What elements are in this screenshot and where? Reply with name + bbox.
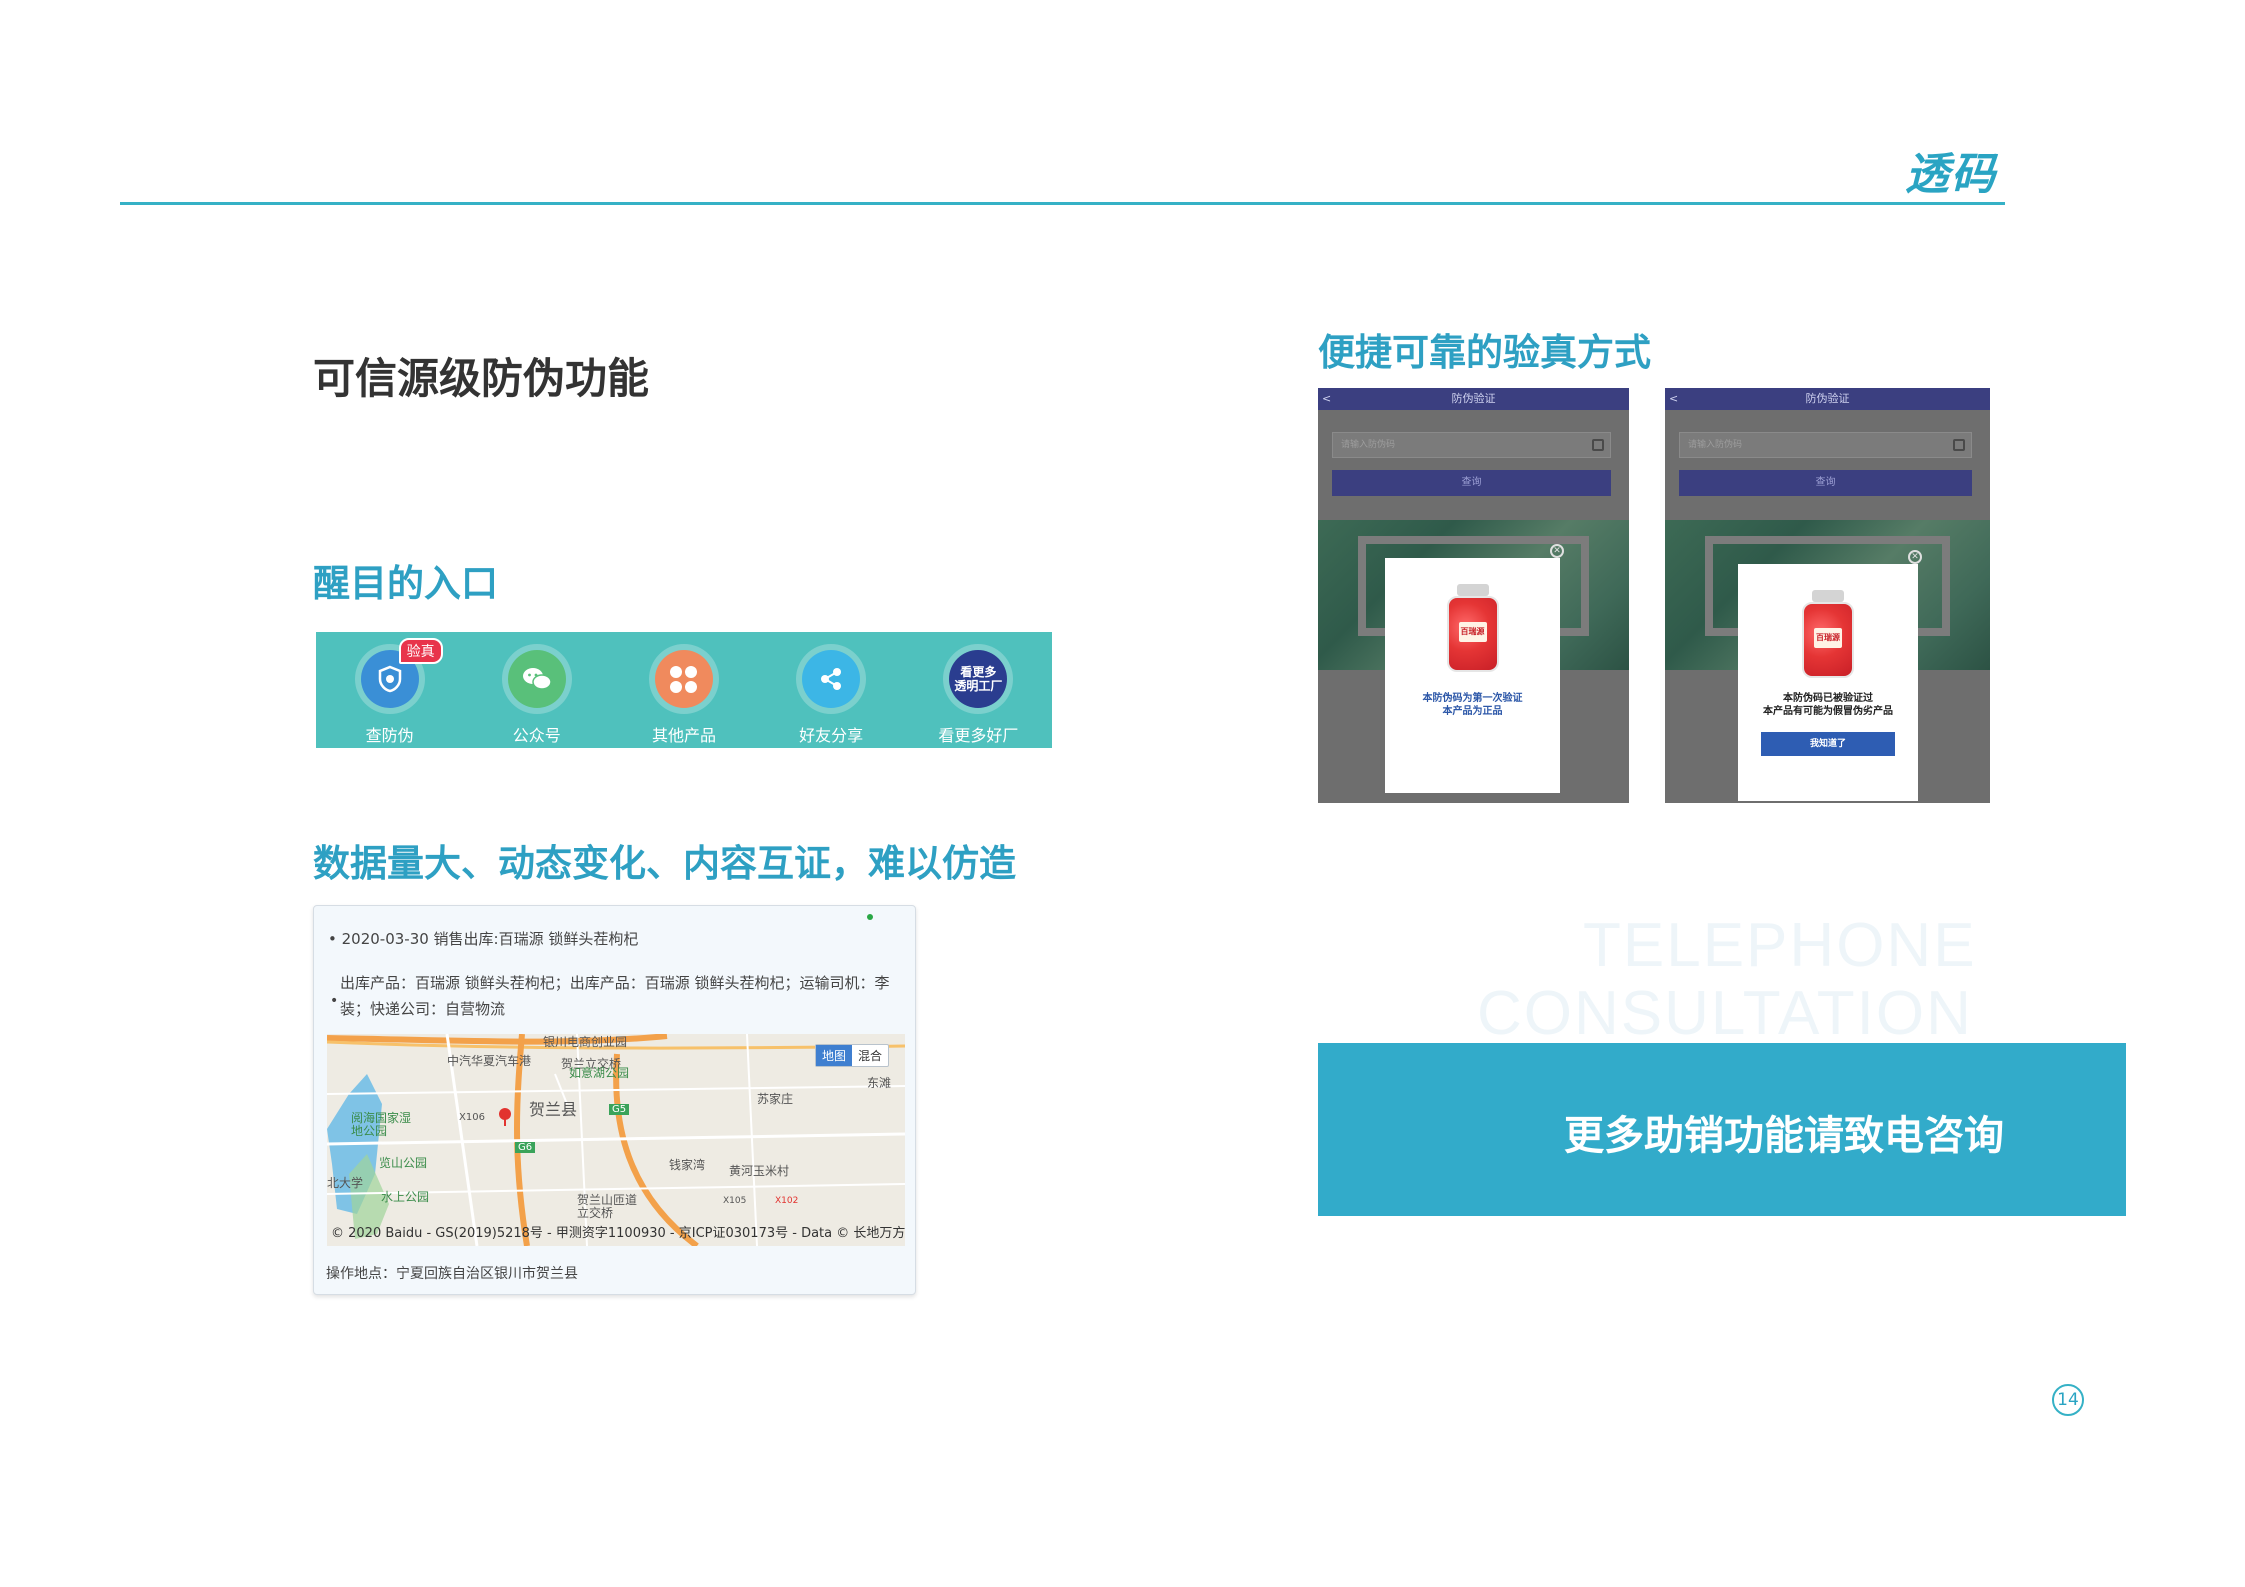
map-label: 银川电商创业园 xyxy=(543,1035,628,1049)
entry-label: 其他产品 xyxy=(651,726,716,745)
section-title-entry: 醒目的入口 xyxy=(313,562,498,605)
map-toggle-map[interactable]: 地图 xyxy=(816,1045,853,1066)
consultation-banner: 更多助销功能请致电咨询 xyxy=(1318,1043,2126,1216)
verify-message: 本防伪码已被验证过 本产品有可能为假冒伪劣产品 xyxy=(1738,692,1918,718)
section-title-verify: 便捷可靠的验真方式 xyxy=(1318,331,1651,374)
map-type-toggle[interactable]: 地图 混合 xyxy=(815,1044,890,1067)
goji-jar-image: 百瑞源 xyxy=(1800,590,1856,680)
entry-item-more-factories[interactable]: 看更多 透明工厂 看更多好厂 xyxy=(923,650,1033,746)
map-label: G5 xyxy=(609,1104,630,1115)
brand-logo: 透码 xyxy=(1905,149,1997,200)
watermark-text: TELEPHONE xyxy=(1583,911,1977,980)
entry-item-anti-fake[interactable]: 验真 查防伪 xyxy=(335,638,445,746)
entry-label: 好友分享 xyxy=(799,726,864,745)
consultation-text: 更多助销功能请致电咨询 xyxy=(1564,1113,2004,1159)
entry-item-other-products[interactable]: 其他产品 xyxy=(629,650,739,746)
map-label: X106 xyxy=(459,1112,485,1123)
phone-header: < 防伪验证 xyxy=(1665,388,1990,410)
entry-item-wechat[interactable]: 公众号 xyxy=(482,650,592,746)
code-input-placeholder: 请输入防伪码 xyxy=(1341,440,1396,450)
status-dot xyxy=(867,914,873,920)
map-label: X102 xyxy=(775,1196,799,1206)
map-label: 东滩 xyxy=(867,1076,892,1090)
code-input[interactable]: 请输入防伪码 xyxy=(1332,432,1611,458)
share-icon xyxy=(802,650,861,708)
map-label: G6 xyxy=(515,1142,536,1153)
phone-header-title: 防伪验证 xyxy=(1805,392,1850,405)
section-title-main: 可信源级防伪功能 xyxy=(313,354,650,403)
verify-result-popup: ✕ 百瑞源 本防伪码为第一次验证 本产品为正品 xyxy=(1385,544,1564,793)
map-label: X105 xyxy=(723,1196,747,1206)
trace-record-card: • 2020-03-30 销售出库:百瑞源 锁鲜头茬枸杞 出库产品：百瑞源 锁鲜… xyxy=(313,905,916,1295)
map-label: 钱家湾 xyxy=(669,1158,706,1172)
map-label: 苏家庄 xyxy=(757,1092,794,1106)
trace-location: 操作地点：宁夏回族自治区银川市贺兰县 xyxy=(326,1266,578,1282)
entry-item-share[interactable]: 好友分享 xyxy=(776,650,886,746)
entry-label: 公众号 xyxy=(512,726,561,745)
verify-badge: 验真 xyxy=(398,638,443,664)
section-title-data: 数据量大、动态变化、内容互证，难以仿造 xyxy=(313,842,1016,885)
wechat-icon xyxy=(507,650,566,708)
back-arrow-icon[interactable]: < xyxy=(1322,388,1331,410)
map-label: 中汽华夏汽车港 xyxy=(447,1054,532,1068)
close-icon[interactable]: ✕ xyxy=(1908,550,1922,564)
watermark-text: CONSULTATION xyxy=(1477,979,1973,1048)
verify-message-line: 本防伪码为第一次验证 xyxy=(1422,693,1523,704)
code-input-placeholder: 请输入防伪码 xyxy=(1688,440,1743,450)
verify-result-popup: ✕ 百瑞源 本防伪码已被验证过 本产品有可能为假冒伪劣产品 我知道了 xyxy=(1738,550,1922,801)
factory-badge-icon: 看更多 透明工厂 xyxy=(949,650,1008,708)
query-button[interactable]: 查询 xyxy=(1679,470,1972,496)
location-map[interactable]: 地图 混合 银川电商创业园 中汽华夏汽车港 贺兰立交桥 如意湖公园 苏家庄 东滩… xyxy=(327,1034,905,1246)
map-toggle-hybrid[interactable]: 混合 xyxy=(852,1045,888,1066)
grid-dots-icon xyxy=(654,650,713,708)
entry-label: 看更多好厂 xyxy=(938,726,1019,745)
map-copyright: © 2020 Baidu - GS(2019)5218号 - 甲测资字11009… xyxy=(331,1226,905,1241)
map-label: 黄河玉米村 xyxy=(729,1164,790,1178)
map-label: 北大学 xyxy=(327,1176,364,1190)
scan-icon[interactable] xyxy=(1953,439,1965,451)
trace-detail: 出库产品：百瑞源 锁鲜头茬枸杞；出库产品：百瑞源 锁鲜头茬枸杞；运输司机：李装；… xyxy=(340,974,890,1018)
phone-screenshot-repeat-verify: < 防伪验证 请输入防伪码 查询 ✕ 百瑞源 本防伪码已被验证过 本产品有可能为… xyxy=(1665,388,1990,803)
phone-header: < 防伪验证 xyxy=(1318,388,1629,410)
entry-bar: 验真 查防伪 公众号 其他产品 好友分享 看更多 透明工厂 看更多好厂 xyxy=(316,632,1052,748)
jar-label: 百瑞源 xyxy=(1458,622,1487,642)
header-divider xyxy=(120,202,2005,205)
factory-badge-text: 看更多 透明工厂 xyxy=(954,665,1003,693)
entry-label: 查防伪 xyxy=(365,726,414,745)
code-input[interactable]: 请输入防伪码 xyxy=(1679,432,1972,458)
acknowledge-button[interactable]: 我知道了 xyxy=(1761,732,1895,756)
phone-screenshot-first-verify: < 防伪验证 请输入防伪码 查询 ✕ 百瑞源 本防伪码为第一次验证 本产品为正品 xyxy=(1318,388,1629,803)
map-label: 水上公园 xyxy=(381,1190,430,1204)
trace-date-line: • 2020-03-30 销售出库:百瑞源 锁鲜头茬枸杞 xyxy=(328,930,639,948)
map-label: 贺兰县 xyxy=(529,1100,578,1119)
map-label: 贺兰山匝道立交桥 xyxy=(577,1193,638,1220)
verify-message-line: 本产品为正品 xyxy=(1442,706,1503,717)
map-label: 阅海国家湿地公园 xyxy=(351,1111,412,1138)
phone-header-title: 防伪验证 xyxy=(1451,392,1496,405)
page-number: 14 xyxy=(2052,1384,2084,1416)
verify-message-line: 本产品有可能为假冒伪劣产品 xyxy=(1763,706,1893,717)
map-label: 览山公园 xyxy=(379,1156,428,1170)
map-label: 如意湖公园 xyxy=(569,1066,630,1080)
scan-icon[interactable] xyxy=(1592,439,1604,451)
verify-message: 本防伪码为第一次验证 本产品为正品 xyxy=(1385,692,1560,718)
jar-label: 百瑞源 xyxy=(1814,628,1842,648)
goji-jar-image: 百瑞源 xyxy=(1445,584,1501,674)
trace-bullet: • xyxy=(330,993,339,1009)
close-icon[interactable]: ✕ xyxy=(1550,544,1564,558)
back-arrow-icon[interactable]: < xyxy=(1669,388,1678,410)
verify-message-line: 本防伪码已被验证过 xyxy=(1783,693,1873,704)
query-button[interactable]: 查询 xyxy=(1332,470,1611,496)
